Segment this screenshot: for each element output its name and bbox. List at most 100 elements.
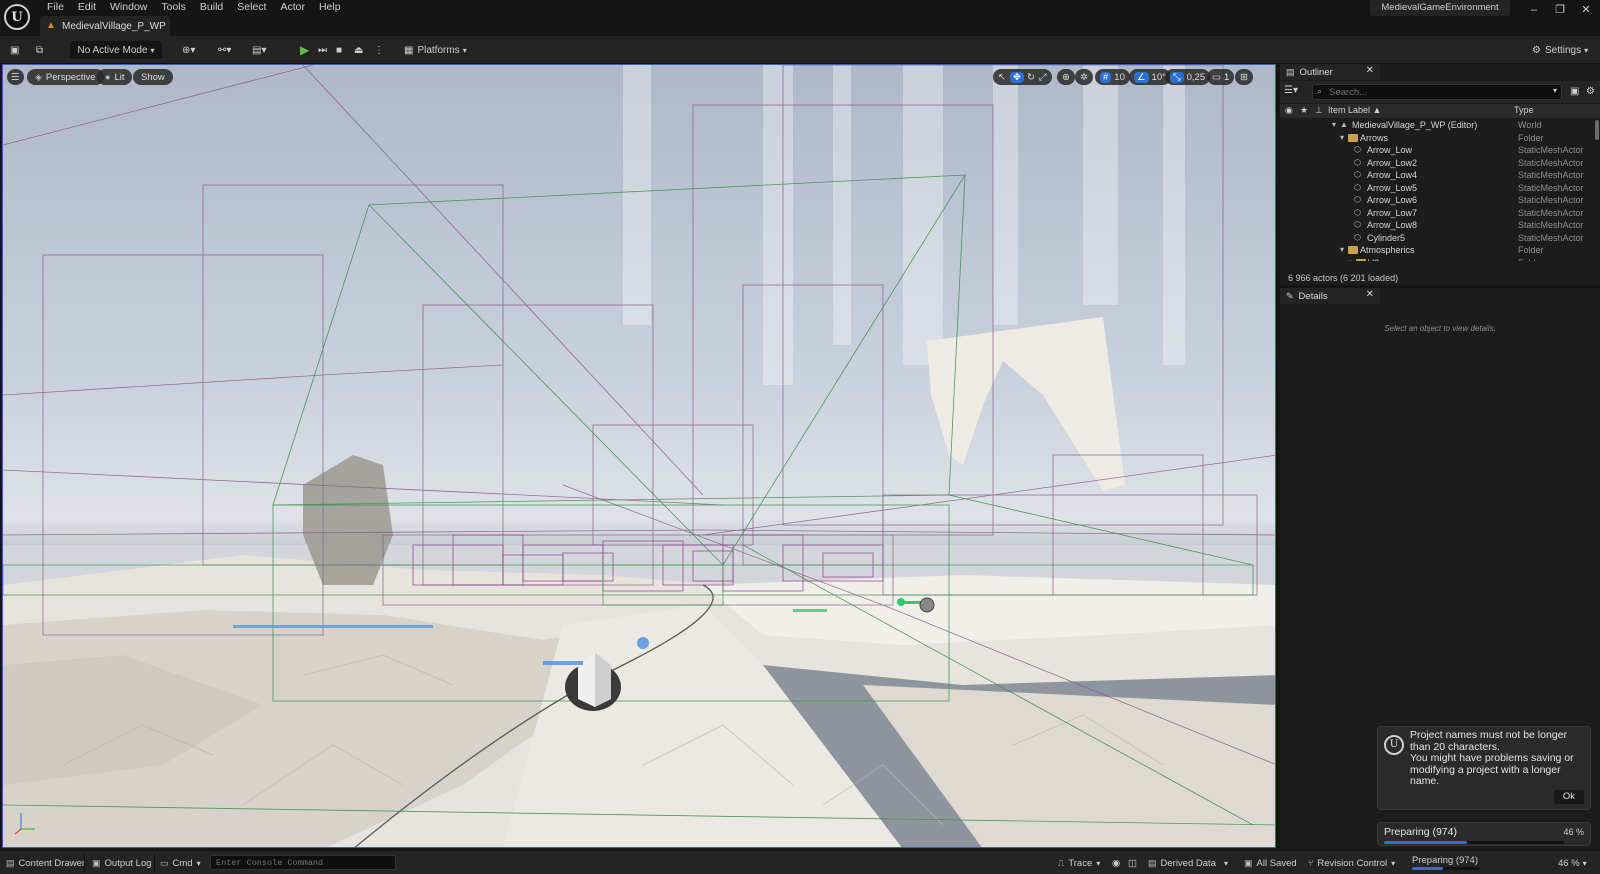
menu-tools[interactable]: Tools — [154, 0, 193, 15]
add-folder-icon[interactable]: ▣ — [1570, 86, 1579, 97]
cmd-dropdown[interactable]: ▭ Cmd ▾ — [160, 856, 201, 870]
level-tab[interactable]: ▲ MedievalVillage_P_WP — [40, 16, 170, 36]
surface-snap-toggle[interactable]: ✲ — [1075, 69, 1093, 85]
tree-row-world[interactable]: ▾ ▲ MedievalVillage_P_WP (Editor) World — [1280, 119, 1594, 132]
status-percent-dropdown[interactable]: 46 % ▾ — [1558, 856, 1587, 870]
static-mesh-icon: ⬡ — [1354, 182, 1361, 192]
menu-select[interactable]: Select — [230, 0, 273, 15]
menu-build[interactable]: Build — [193, 0, 230, 15]
tree-row-actor[interactable]: ⬡ Arrow_Low6 StaticMeshActor — [1280, 194, 1594, 207]
tree-row-actor[interactable]: ⬡ Cylinder5 StaticMeshActor — [1280, 232, 1594, 245]
save-icon[interactable]: ▣ — [10, 41, 19, 59]
play-icon[interactable]: ▶ — [300, 41, 309, 59]
console-command-input[interactable] — [211, 856, 391, 870]
tree-row-actor[interactable]: ⬡ Arrow_Low7 StaticMeshActor — [1280, 207, 1594, 220]
menu-file[interactable]: File — [40, 0, 71, 15]
trace-button[interactable]: ⎍ Trace ▾ — [1058, 856, 1100, 870]
all-saved-button[interactable]: ▣ All Saved — [1244, 856, 1297, 870]
level-viewport[interactable]: ☰ ◈ Perspective ● Lit Show ↖ ✥ ↻ ⤢ ⊕ ✲ #… — [2, 64, 1276, 848]
gear-icon[interactable]: ⚙ — [1586, 86, 1595, 97]
advance-frame-icon[interactable]: ⏭ — [318, 41, 327, 59]
maximize-button[interactable]: ❐ — [1548, 2, 1572, 18]
cinematics-icon[interactable]: ▤▾ — [252, 41, 266, 59]
world-local-toggle[interactable]: ⊕ — [1057, 69, 1075, 85]
tree-row-folder[interactable]: ▾ Arrows Folder — [1280, 132, 1594, 145]
revision-control-button[interactable]: ⑂ Revision Control ▾ — [1308, 856, 1395, 870]
viewport-menu-icon[interactable]: ☰ — [7, 69, 24, 85]
close-icon[interactable]: ✕ — [1366, 289, 1374, 300]
tree-row-actor[interactable]: ⬡ Arrow_Low2 StaticMeshActor — [1280, 157, 1594, 170]
unreal-logo-icon[interactable]: U — [4, 4, 30, 30]
expand-arrow-icon[interactable]: ▾ — [1340, 132, 1344, 145]
tree-row-folder[interactable]: ▾ Atmospherics Folder — [1280, 244, 1594, 257]
console-command-box[interactable] — [210, 855, 396, 870]
menu-edit[interactable]: Edit — [71, 0, 103, 15]
scale-tool-icon[interactable]: ⤢ — [1039, 72, 1047, 83]
tree-row-actor[interactable]: ⬡ Arrow_Low4 StaticMeshActor — [1280, 169, 1594, 182]
minimize-button[interactable]: – — [1522, 2, 1546, 18]
details-empty-message: Select an object to view details. — [1384, 324, 1496, 333]
column-type[interactable]: Type — [1514, 105, 1534, 115]
tree-row-folder[interactable]: ▾ V2 Folder — [1280, 257, 1594, 262]
chevron-down-icon: ▾ — [1223, 858, 1228, 868]
perspective-button[interactable]: ◈ Perspective — [27, 69, 104, 85]
transform-tools[interactable]: ↖ ✥ ↻ ⤢ — [993, 69, 1052, 85]
chevron-down-icon[interactable]: ▾ — [1553, 86, 1557, 95]
scale-snap-toggle[interactable]: ⤡ 0,25 — [1165, 69, 1211, 85]
level-icon: ▲ — [46, 20, 56, 31]
close-window-button[interactable]: ✕ — [1574, 2, 1598, 18]
settings-button[interactable]: ⚙ Settings ▾ — [1532, 41, 1588, 59]
settings-label: Settings — [1544, 44, 1582, 56]
add-actor-icon[interactable]: ⊕▾ — [182, 41, 195, 59]
show-button[interactable]: Show — [133, 69, 173, 85]
camera-speed-button[interactable]: ▭ 1 — [1207, 69, 1235, 85]
outliner-search[interactable]: ⌕ ▾ — [1312, 84, 1562, 100]
tree-row-label: Cylinder5 — [1367, 232, 1406, 243]
camera-capture-icon[interactable]: ◫ — [1128, 856, 1137, 870]
move-tool-icon[interactable]: ✥ — [1009, 71, 1024, 83]
favorite-icon[interactable]: ★ — [1300, 105, 1308, 116]
scale-snap-value: 0,25 — [1186, 71, 1206, 83]
blueprint-icon[interactable]: ⚯▾ — [218, 41, 231, 59]
outliner-tab[interactable]: ▤ Outliner ✕ — [1280, 64, 1380, 80]
menu-actor[interactable]: Actor — [273, 0, 312, 15]
filter-icon[interactable]: ☰▾ — [1284, 85, 1302, 99]
outliner-search-input[interactable] — [1329, 85, 1539, 99]
menu-help[interactable]: Help — [312, 0, 348, 15]
ok-button[interactable]: Ok — [1554, 790, 1584, 804]
tree-row-actor[interactable]: ⬡ Arrow_Low5 StaticMeshActor — [1280, 182, 1594, 195]
expand-arrow-icon[interactable]: ▾ — [1340, 244, 1344, 257]
static-mesh-icon: ⬡ — [1354, 157, 1361, 167]
more-options-icon[interactable]: ⋮ — [374, 41, 384, 59]
visibility-icon[interactable]: ◉ — [1285, 105, 1293, 116]
output-log-button[interactable]: ▣ Output Log — [92, 856, 152, 870]
show-label: Show — [141, 71, 165, 83]
content-browser-icon[interactable]: ⧉ — [36, 41, 43, 59]
record-icon[interactable]: ◉ — [1112, 856, 1120, 870]
platforms-button[interactable]: ▦ Platforms ▾ — [404, 41, 467, 59]
viewport-layout-button[interactable]: ⊞ — [1235, 69, 1253, 85]
rotate-tool-icon[interactable]: ↻ — [1027, 72, 1035, 83]
tree-row-type: Folder — [1518, 132, 1544, 143]
expand-arrow-icon[interactable]: ▾ — [1332, 119, 1336, 132]
grid-snap-toggle[interactable]: # 10 — [1095, 69, 1130, 85]
pin-icon[interactable]: ⊥ — [1315, 105, 1323, 116]
expand-arrow-icon[interactable]: ▾ — [1348, 257, 1352, 262]
close-icon[interactable]: ✕ — [1366, 65, 1374, 76]
content-drawer-button[interactable]: ▤ Content Drawer — [6, 856, 85, 870]
actor-count: 6 966 actors (6 201 loaded) — [1288, 273, 1399, 283]
tree-row-actor[interactable]: ⬡ Arrow_Low StaticMeshActor — [1280, 144, 1594, 157]
derived-data-label: Derived Data — [1160, 857, 1216, 869]
stop-icon[interactable]: ■ — [336, 41, 342, 59]
mode-dropdown[interactable]: No Active Mode ▾ — [70, 41, 162, 59]
details-tab[interactable]: ✎ Details ✕ — [1280, 288, 1380, 304]
lit-button[interactable]: ● Lit — [97, 69, 133, 85]
column-item-label[interactable]: Item Label ▲ — [1328, 105, 1381, 115]
outliner-scrollbar[interactable] — [1595, 120, 1599, 140]
rotation-snap-value: 10° — [1151, 71, 1166, 83]
select-tool-icon[interactable]: ↖ — [998, 72, 1006, 83]
eject-icon[interactable]: ⏏ — [354, 41, 363, 59]
derived-data-button[interactable]: ▤ Derived Data ▾ — [1148, 856, 1228, 870]
menu-window[interactable]: Window — [103, 0, 154, 15]
tree-row-actor[interactable]: ⬡ Arrow_Low8 StaticMeshActor — [1280, 219, 1594, 232]
